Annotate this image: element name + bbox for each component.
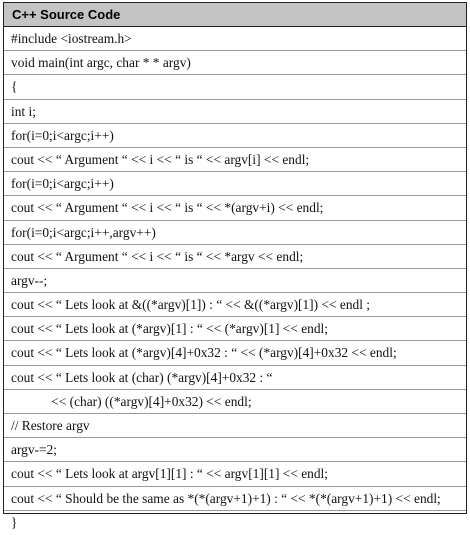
table-header: C++ Source Code (4, 3, 466, 27)
code-line-open-brace: { (4, 75, 466, 100)
code-line-cout-cast-start: cout << “ Lets look at (char) (*argv)[4]… (4, 366, 466, 390)
code-line-cout-1: cout << “ Argument “ << i << “ is “ << a… (4, 148, 466, 173)
code-line-comment: // Restore argv (4, 414, 466, 439)
code-line-cout-address: cout << “ Lets look at &((*argv)[1]) : “… (4, 293, 466, 318)
code-lines: #include <iostream.h> void main(int argc… (4, 27, 466, 535)
code-line-cout-2: cout << “ Argument “ << i << “ is “ << *… (4, 196, 466, 221)
code-line-cout-3: cout << “ Argument “ << i << “ is “ << *… (4, 245, 466, 269)
code-line-cout-offset: cout << “ Lets look at (*argv)[4]+0x32 :… (4, 341, 466, 366)
code-line-close-brace: } (11, 514, 18, 530)
code-line-decrement: argv--; (4, 269, 466, 294)
code-line-for-loop-1: for(i=0;i<argc;i++) (4, 124, 466, 148)
code-line-include: #include <iostream.h> (4, 27, 466, 52)
code-line-cout-char: cout << “ Lets look at (*argv)[1] : “ <<… (4, 317, 466, 342)
code-line-declaration: int i; (4, 100, 466, 124)
code-line-for-loop-2: for(i=0;i<argc;i++) (4, 172, 466, 197)
code-line-restore: argv-=2; (4, 438, 466, 463)
code-line-cout-same: cout << “ Should be the same as *(*(argv… (4, 487, 466, 511)
code-line-for-loop-3: for(i=0;i<argc;i++,argv++) (4, 221, 466, 245)
code-line-cout-cast-continued: << (char) ((*argv)[4]+0x32) << endl; (4, 390, 466, 414)
code-line-main-signature: void main(int argc, char * * argv) (4, 51, 466, 76)
code-listing-table: C++ Source Code #include <iostream.h> vo… (3, 2, 467, 530)
code-line-cout-2d: cout << “ Lets look at argv[1][1] : “ <<… (4, 462, 466, 487)
